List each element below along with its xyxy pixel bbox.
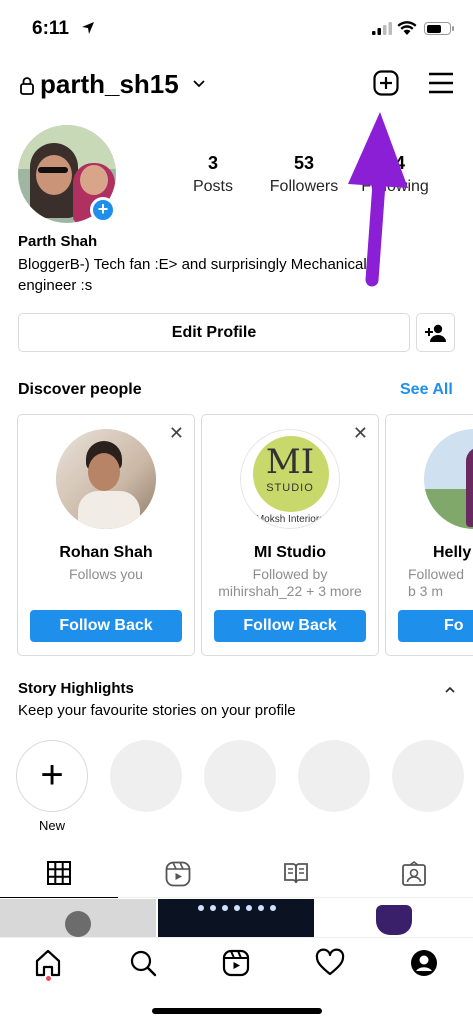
new-post-icon[interactable] [373,70,399,96]
edit-profile-button[interactable]: Edit Profile [18,313,410,352]
chevron-up-icon[interactable] [444,686,456,694]
follow-back-button[interactable]: Fo [398,610,473,642]
tab-guides[interactable] [236,850,354,898]
home-indicator [152,1008,322,1014]
account-username[interactable]: parth_sh15 [40,69,179,100]
profile-bio: BloggerB-) Tech fan :E> and surprisingly… [18,256,367,294]
profile-tabs [0,850,473,898]
close-icon[interactable]: ✕ [169,424,184,442]
suggestion-card[interactable]: ✕ MI STUDIO Moksh Interiors MI Studio Fo… [201,414,379,656]
search-icon [130,950,157,977]
discover-people-title: Discover people [18,381,142,398]
profile-header: parth_sh15 [0,60,473,110]
notification-dot [46,976,51,981]
suggestion-card[interactable]: Helly Followed b 3 m Fo [385,414,473,656]
suggestion-name: MI Studio [254,544,326,561]
suggestion-card[interactable]: ✕ Rohan Shah Follows you Follow Back [17,414,195,656]
wifi-icon [397,21,417,35]
follow-back-button[interactable]: Follow Back [30,610,182,642]
new-highlight-label: New [38,818,65,833]
status-time: 6:11 [32,18,69,39]
menu-icon[interactable] [428,72,454,94]
new-highlight-button[interactable]: + [16,740,88,812]
see-all-link[interactable]: See All [400,381,453,399]
suggestion-name: Rohan Shah [59,544,153,561]
posts-count: 3 [207,153,218,173]
story-highlights-subtitle: Keep your favourite stories on your prof… [18,702,296,719]
post-thumbnail[interactable] [158,899,314,937]
highlight-placeholder [392,740,464,812]
post-thumbnail[interactable] [316,899,473,937]
highlight-placeholder [298,740,370,812]
tab-posts-grid[interactable] [0,850,118,898]
suggestion-name: Helly [433,544,472,561]
suggestion-reason: Followed b 3 m [408,566,465,599]
reels-nav-icon [222,949,250,977]
suggestion-avatar[interactable] [56,429,156,529]
tab-tagged[interactable] [354,850,472,898]
posts-grid [0,899,473,937]
location-arrow-icon [82,22,94,34]
status-bar: 6:11 [0,0,473,48]
suggestion-avatar[interactable]: MI STUDIO Moksh Interiors [240,429,340,529]
heart-icon [315,948,345,976]
cellular-signal-icon [372,22,392,35]
nav-reels[interactable] [221,948,251,978]
battery-icon [424,22,454,35]
post-thumbnail[interactable] [0,899,156,937]
logo-text-top: MI [265,442,315,482]
posts-stat[interactable]: 3 Posts [186,153,240,196]
reels-icon [165,861,191,887]
close-icon[interactable]: ✕ [353,424,368,442]
logo-caption: Moksh Interiors [255,514,325,525]
add-person-icon [425,324,446,342]
lock-icon [20,77,34,95]
story-highlights-title: Story Highlights [18,680,134,697]
tagged-icon [402,861,426,886]
suggestion-reason: Follows you [69,566,143,582]
guides-icon [284,863,308,884]
tab-reels[interactable] [118,850,236,898]
posts-label: Posts [192,178,233,195]
logo-text-bottom: STUDIO [266,482,314,494]
nav-profile[interactable] [409,948,439,978]
nav-home[interactable] [33,948,63,978]
nav-activity[interactable] [315,948,345,978]
nav-search[interactable] [128,948,158,978]
followers-label: Followers [269,178,339,195]
discover-people-toggle-button[interactable] [416,313,455,352]
chevron-down-icon[interactable] [192,79,206,89]
followers-stat[interactable]: 53 Followers [266,153,342,196]
add-story-button[interactable]: + [90,197,116,223]
profile-icon [411,950,437,976]
suggestion-avatar[interactable] [424,429,473,529]
follow-back-button[interactable]: Follow Back [214,610,366,642]
suggestion-reason: Followed by mihirshah_22 + 3 more [218,566,362,599]
followers-count: 53 [293,153,315,173]
highlight-placeholder [110,740,182,812]
home-icon [35,949,61,977]
grid-icon [47,861,71,885]
highlight-placeholder [204,740,276,812]
profile-name: Parth Shah [18,233,98,250]
